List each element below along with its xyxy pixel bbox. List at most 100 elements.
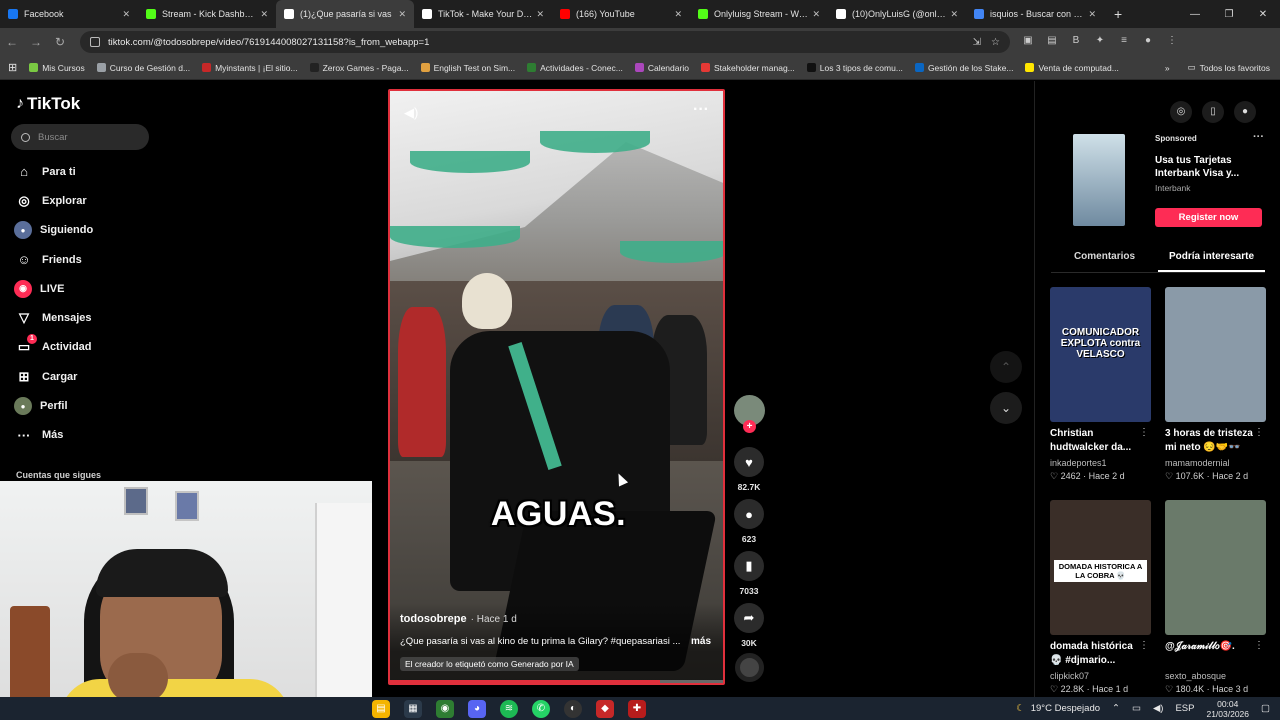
card-title[interactable]: domada histórica 💀 #djmario... xyxy=(1050,640,1151,668)
like-action[interactable]: ♥ 82.7K xyxy=(733,447,765,492)
apps-grid-icon[interactable]: ⊞ xyxy=(8,61,17,74)
tab-close-icon[interactable]: ✕ xyxy=(122,9,130,20)
card-title[interactable]: @𝒥𝒶𝓇𝒶𝓂𝒾𝓁𝓁𝑜🎯. xyxy=(1165,640,1266,668)
save-action[interactable]: ▮ 7033 xyxy=(733,551,765,596)
browser-tab[interactable]: Facebook ✕ xyxy=(0,0,138,28)
browser-tab[interactable]: TikTok - Make Your Day ✕ xyxy=(414,0,552,28)
video-thumbnail[interactable]: DOMADA HISTORICA A LA COBRA 💀 xyxy=(1050,500,1151,635)
next-video-button[interactable]: ⌄ xyxy=(990,392,1022,424)
forward-icon[interactable]: → xyxy=(24,35,48,49)
browser-tab[interactable]: (10)OnlyLuisG (@onlyluis ✕ xyxy=(828,0,966,28)
sidebar-item-friends[interactable]: ☺ Friends xyxy=(14,245,93,274)
sidebar-item-explorar[interactable]: ◎ Explorar xyxy=(14,186,93,215)
author-name[interactable]: todosobrepe xyxy=(400,613,467,625)
tab-close-icon[interactable]: ✕ xyxy=(536,9,544,20)
tab-close-icon[interactable]: ✕ xyxy=(1088,9,1096,20)
ad-thumbnail[interactable] xyxy=(1073,134,1125,226)
weather-widget[interactable]: ☾ 19°C Despejado xyxy=(1016,703,1100,714)
minimize-icon[interactable]: — xyxy=(1178,9,1212,20)
sidebar-item-live[interactable]: ◉ LIVE xyxy=(14,274,93,303)
chrome-icon[interactable]: ◉ xyxy=(436,700,454,718)
card-more-icon[interactable]: ⋮ xyxy=(1254,640,1264,651)
card-author[interactable]: mamamodernial xyxy=(1165,458,1266,468)
tiktok-logo[interactable]: ♪ TikTok xyxy=(16,94,80,114)
tray-chevron-icon[interactable]: ⌃ xyxy=(1112,703,1120,714)
card-more-icon[interactable]: ⋮ xyxy=(1254,427,1264,438)
obs-icon[interactable]: ◐ xyxy=(564,700,582,718)
install-app-icon[interactable]: ⇲ xyxy=(973,37,981,48)
sidebar-item-mensajes[interactable]: ▽ Mensajes xyxy=(14,303,93,332)
ad-title[interactable]: Usa tus Tarjetas Interbank Visa y... xyxy=(1155,154,1251,180)
store-icon[interactable]: ▦ xyxy=(404,700,422,718)
search-input[interactable]: Buscar xyxy=(11,124,149,150)
ad-more-icon[interactable]: ··· xyxy=(1253,131,1264,143)
phone-icon[interactable]: ▯ xyxy=(1202,101,1224,123)
volume-tray-icon[interactable]: ◀) xyxy=(1153,703,1163,714)
app-icon[interactable]: ◆ xyxy=(596,700,614,718)
file-explorer-icon[interactable]: ▤ xyxy=(372,700,390,718)
music-disc-icon[interactable] xyxy=(735,653,764,682)
network-icon[interactable]: ▭ xyxy=(1132,703,1141,714)
tab-close-icon[interactable]: ✕ xyxy=(674,9,682,20)
card-author[interactable]: sexto_abosque xyxy=(1165,671,1266,681)
video-progress-bar[interactable] xyxy=(390,680,723,683)
share-icon[interactable]: ➦ xyxy=(734,603,764,633)
sidebar-item-m-s[interactable]: ··· Más xyxy=(14,421,93,450)
chevron-right-icon[interactable]: » xyxy=(1165,63,1170,73)
tab-podria-interesarte[interactable]: Podría interesarte xyxy=(1158,243,1265,272)
spotify-icon[interactable]: ≋ xyxy=(500,700,518,718)
video-author[interactable]: todosobrepe · Hace 1 d xyxy=(400,613,517,625)
video-player[interactable]: AGUAS. ◀) ··· todosobrepe · Hace 1 d ¿Que… xyxy=(388,89,725,685)
browser-tab[interactable]: (1)¿Que pasaría si vas ✕ xyxy=(276,0,414,28)
bookmark-item[interactable]: Zerox Games - Paga... xyxy=(309,63,409,73)
tab-close-icon[interactable]: ✕ xyxy=(812,9,820,20)
register-now-button[interactable]: Register now xyxy=(1155,208,1262,227)
card-author[interactable]: clipkick07 xyxy=(1050,671,1151,681)
bookmark-item[interactable]: Venta de computad... xyxy=(1025,63,1119,73)
recommended-video-card[interactable]: @𝒥𝒶𝓇𝒶𝓂𝒾𝓁𝓁𝑜🎯. ⋮ sexto_abosque ♡ 180.4K · Hac… xyxy=(1165,500,1266,695)
user-avatar[interactable]: ● xyxy=(1234,101,1256,123)
extension-icon[interactable]: B xyxy=(1068,35,1084,49)
puzzle-icon[interactable]: ✦ xyxy=(1092,35,1108,49)
video-thumbnail[interactable] xyxy=(1165,500,1266,635)
previous-video-button[interactable]: ⌃ xyxy=(990,351,1022,383)
tab-close-icon[interactable]: ✕ xyxy=(398,9,406,20)
browser-tab[interactable]: Stream - Kick Dashboard ✕ xyxy=(138,0,276,28)
sidebar-item-actividad[interactable]: ▭ 1 Actividad xyxy=(14,333,93,362)
card-title[interactable]: Christian hudtwalcker da... xyxy=(1050,427,1151,455)
whatsapp-icon[interactable]: ✆ xyxy=(532,700,550,718)
menu-kebab-icon[interactable]: ⋮ xyxy=(1164,35,1180,49)
bookmark-icon[interactable]: ▮ xyxy=(734,551,764,581)
bookmark-star-icon[interactable]: ☆ xyxy=(991,37,1000,48)
card-more-icon[interactable]: ⋮ xyxy=(1139,427,1149,438)
recommended-video-card[interactable]: DOMADA HISTORICA A LA COBRA 💀 domada hist… xyxy=(1050,500,1151,695)
browser-tab[interactable]: isquios - Buscar con Goo ✕ xyxy=(966,0,1104,28)
tab-close-icon[interactable]: ✕ xyxy=(950,9,958,20)
comment-icon[interactable]: ● xyxy=(734,499,764,529)
bookmark-item[interactable]: Gestión de los Stake... xyxy=(914,63,1013,73)
video-thumbnail[interactable]: COMUNICADOR EXPLOTA contra VELASCO xyxy=(1050,287,1151,422)
tab-close-icon[interactable]: ✕ xyxy=(260,9,268,20)
language-indicator[interactable]: ESP xyxy=(1175,703,1194,714)
bookmark-item[interactable]: English Test on Sim... xyxy=(420,63,515,73)
bookmark-item[interactable]: Calendario xyxy=(634,63,689,73)
sidebar-item-cargar[interactable]: ⊞ Cargar xyxy=(14,362,93,391)
back-icon[interactable]: ← xyxy=(0,35,24,49)
recommended-video-card[interactable]: 3 horas de tristeza mi neto 😔🤝👓 ⋮ mamamode… xyxy=(1165,287,1266,482)
bookmark-item[interactable]: Los 3 tipos de comu... xyxy=(806,63,903,73)
media-icon[interactable]: ≡ xyxy=(1116,35,1132,49)
restore-icon[interactable]: ❐ xyxy=(1212,9,1246,20)
comment-action[interactable]: ● 623 xyxy=(733,499,765,544)
close-window-icon[interactable]: ✕ xyxy=(1246,9,1280,20)
sidebar-item-siguiendo[interactable]: ● Siguiendo xyxy=(14,216,93,245)
card-author[interactable]: inkadeportes1 xyxy=(1050,458,1151,468)
card-title[interactable]: 3 horas de tristeza mi neto 😔🤝👓 xyxy=(1165,427,1266,455)
browser-tab[interactable]: Onlyluisg Stream - Watch ✕ xyxy=(690,0,828,28)
bookmark-item[interactable]: Stakeholder manag... xyxy=(700,63,795,73)
extension-icon[interactable]: ▤ xyxy=(1044,35,1060,49)
tab-comentarios[interactable]: Comentarios xyxy=(1051,243,1158,272)
url-input[interactable]: tiktok.com/@todosobrepe/video/7619144008… xyxy=(80,31,1010,53)
app-icon[interactable]: ✚ xyxy=(628,700,646,718)
reload-icon[interactable]: ↻ xyxy=(48,35,72,49)
description-more-link[interactable]: más xyxy=(691,636,711,647)
